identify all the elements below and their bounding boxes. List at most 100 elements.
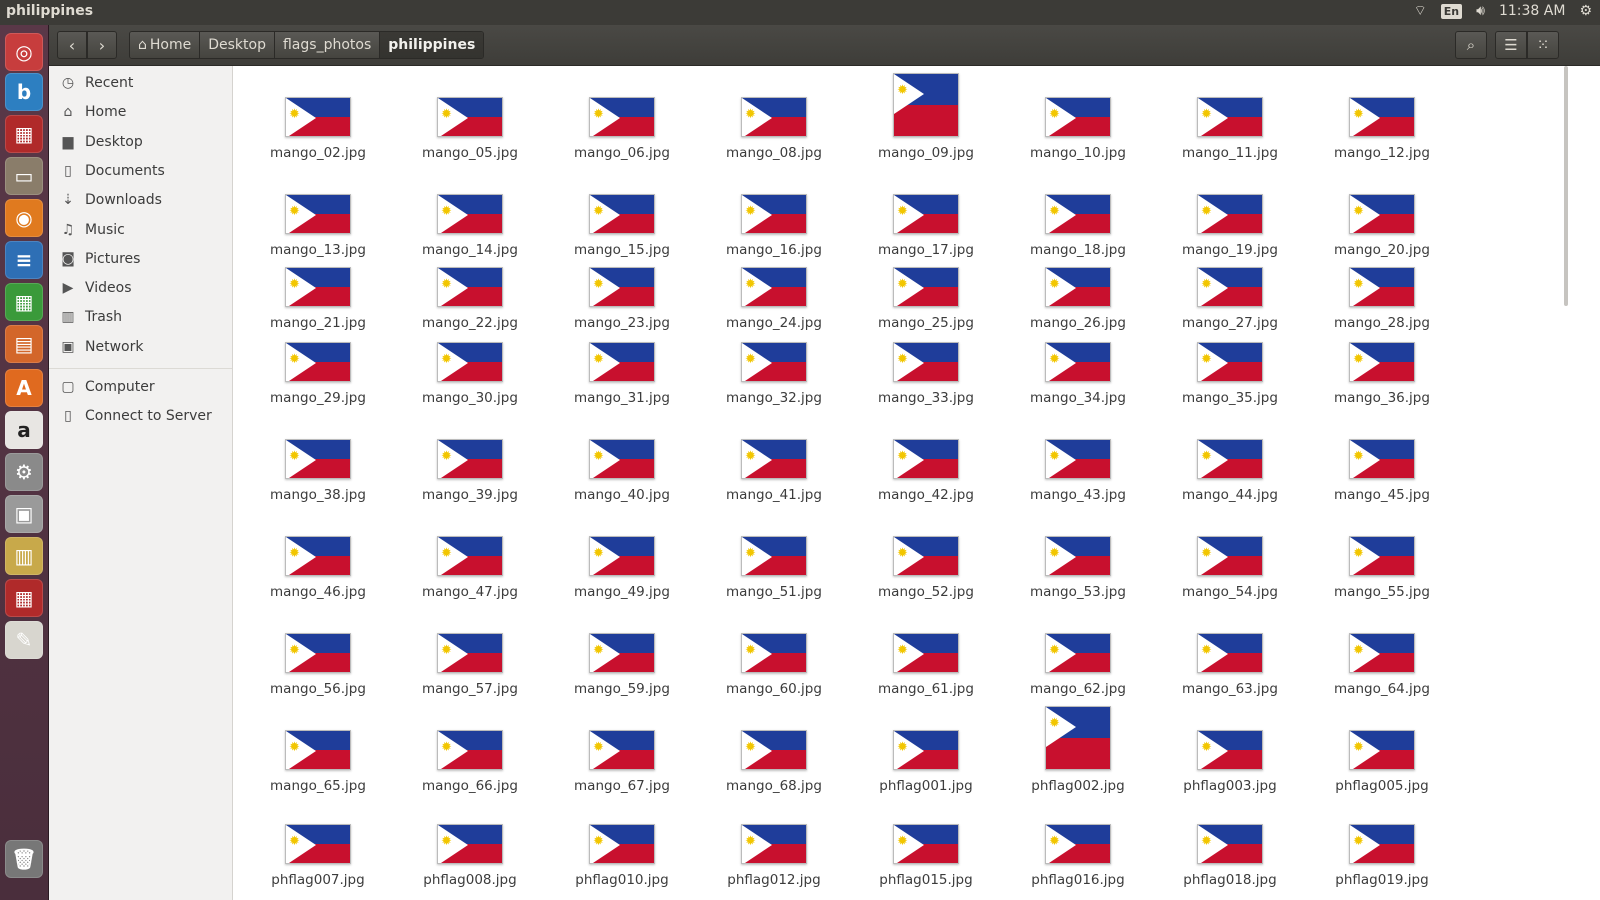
clock-icon: ◷: [61, 75, 75, 91]
keyboard-indicator[interactable]: En: [1440, 3, 1463, 19]
document-icon: ▯: [64, 162, 72, 179]
sidebar-item-documents[interactable]: ▯ Documents: [49, 157, 232, 185]
amazon-icon[interactable]: a: [5, 411, 43, 449]
file-thumbnail: [437, 730, 503, 770]
file-thumbnail: [893, 824, 959, 864]
sidebar-item-computer[interactable]: ▢ Computer: [49, 373, 232, 401]
breadcrumb-flags-photos[interactable]: flags_photos: [274, 32, 381, 58]
sidebar: ◷ Recent ⌂ Home ▆ Desktop ▯ Documents ⇣ Downloads…: [49, 66, 233, 900]
file-name: mango_44.jpg: [1182, 487, 1278, 503]
file-name: mango_11.jpg: [1182, 145, 1278, 161]
file-thumbnail: [893, 439, 959, 479]
file-name: mango_42.jpg: [878, 487, 974, 503]
file-name: phflag003.jpg: [1183, 778, 1277, 794]
file-name: phflag001.jpg: [879, 778, 973, 794]
gear-icon[interactable]: ⚙: [1579, 3, 1592, 19]
sidebar-item-videos[interactable]: ▶ Videos: [49, 274, 232, 302]
file-name: mango_02.jpg: [270, 145, 366, 161]
file-name: mango_10.jpg: [1030, 145, 1126, 161]
sidebar-item-pictures[interactable]: ◙ Pictures: [49, 245, 232, 273]
sidebar-item-desktop[interactable]: ▆ Desktop: [49, 128, 232, 156]
file-thumbnail: [285, 267, 351, 307]
breadcrumb-home[interactable]: ⌂ Home: [130, 32, 201, 58]
breadcrumb-label: Home: [149, 37, 192, 53]
file-name: mango_55.jpg: [1334, 584, 1430, 600]
dash-icon[interactable]: ◎: [5, 33, 43, 71]
window-title: philippines: [6, 3, 94, 19]
chevron-right-icon: ›: [98, 35, 106, 55]
file-thumbnail: [1349, 342, 1415, 382]
file-thumbnail: [285, 194, 351, 234]
settings-icon[interactable]: ⚙: [5, 453, 43, 491]
indicator-area: ⌔ En 🔊︎ 11:38 AM ⚙: [1414, 2, 1592, 20]
list-view-button[interactable]: ☰: [1495, 31, 1527, 59]
forward-button[interactable]: ›: [87, 31, 117, 59]
text-editor-icon[interactable]: ✎: [5, 621, 43, 659]
file-thumbnail: [741, 267, 807, 307]
firefox-icon[interactable]: ◉: [5, 199, 43, 237]
file-thumbnail: [589, 194, 655, 234]
impress-icon[interactable]: ▤: [5, 325, 43, 363]
sidebar-item-connect-to-server[interactable]: ▯ Connect to Server: [49, 402, 232, 430]
file-thumbnail: [893, 267, 959, 307]
file-thumbnail: [437, 97, 503, 137]
file-thumbnail: [1197, 97, 1263, 137]
clock[interactable]: 11:38 AM: [1499, 3, 1565, 19]
sidebar-item-home[interactable]: ⌂ Home: [49, 98, 232, 126]
file-name: mango_34.jpg: [1030, 390, 1126, 406]
file-name: mango_67.jpg: [574, 778, 670, 794]
file-name: mango_22.jpg: [422, 315, 518, 331]
file-thumbnail: [741, 730, 807, 770]
file-name: mango_49.jpg: [574, 584, 670, 600]
file-thumbnail: [1197, 633, 1263, 673]
file-thumbnail: [893, 633, 959, 673]
files-icon[interactable]: ▭: [5, 157, 43, 195]
sidebar-item-recent[interactable]: ◷ Recent: [49, 69, 232, 97]
chevron-left-icon: ‹: [68, 35, 76, 55]
trash-icon[interactable]: 🗑: [5, 840, 43, 878]
download-icon: ⇣: [62, 192, 74, 209]
file-thumbnail: [1045, 824, 1111, 864]
camera-icon: ◙: [61, 250, 75, 267]
breadcrumb-desktop[interactable]: Desktop: [200, 32, 275, 58]
file-name: mango_43.jpg: [1030, 487, 1126, 503]
file-thumbnail: [1045, 706, 1111, 770]
back-button[interactable]: ‹: [57, 31, 87, 59]
sidebar-item-music[interactable]: ♫ Music: [49, 216, 232, 244]
grid-icon: ⁙: [1536, 36, 1550, 54]
file-name: phflag005.jpg: [1335, 778, 1429, 794]
scrollbar[interactable]: [1564, 66, 1568, 306]
volume-icon[interactable]: 🔊︎: [1476, 3, 1485, 19]
wifi-icon[interactable]: ⌔: [1414, 2, 1427, 20]
software-center-icon[interactable]: A: [5, 369, 43, 407]
file-name: mango_18.jpg: [1030, 242, 1126, 258]
bing-icon[interactable]: b: [5, 73, 43, 111]
breadcrumb-label: Desktop: [208, 37, 266, 53]
file-thumbnail: [1045, 439, 1111, 479]
file-thumbnail: [1045, 342, 1111, 382]
calc-icon[interactable]: ▦: [5, 283, 43, 321]
sidebar-item-downloads[interactable]: ⇣ Downloads: [49, 186, 232, 214]
presentation-app-icon[interactable]: ▦: [5, 115, 43, 153]
sidebar-item-label: Trash: [85, 309, 122, 326]
file-grid: mango_02.jpgmango_05.jpgmango_06.jpgmang…: [234, 66, 1564, 900]
sidebar-item-network[interactable]: ▣ Network: [49, 333, 232, 361]
home-icon: ⌂: [138, 37, 147, 53]
file-thumbnail: [285, 342, 351, 382]
remote-desktop-icon[interactable]: ▦: [5, 579, 43, 617]
archive-icon[interactable]: ▥: [5, 537, 43, 575]
search-button[interactable]: ⌕: [1455, 31, 1487, 59]
file-thumbnail: [437, 536, 503, 576]
sidebar-item-trash[interactable]: ▥ Trash: [49, 303, 232, 331]
file-thumbnail: [893, 73, 959, 137]
file-name: phflag010.jpg: [575, 872, 669, 888]
grid-view-button[interactable]: ⁙: [1527, 31, 1559, 59]
file-name: phflag007.jpg: [271, 872, 365, 888]
file-thumbnail: [741, 194, 807, 234]
file-name: mango_15.jpg: [574, 242, 670, 258]
usb-creator-icon[interactable]: ▣: [5, 495, 43, 533]
breadcrumb-philippines[interactable]: philippines: [380, 32, 484, 58]
launcher: ◎ b ▦ ▭ ◉ ≡ ▦ ▤ Aa ⚙ ▣ ▥ ▦ ✎ 🗑: [0, 25, 49, 900]
writer-icon[interactable]: ≡: [5, 241, 43, 279]
file-thumbnail: [437, 633, 503, 673]
